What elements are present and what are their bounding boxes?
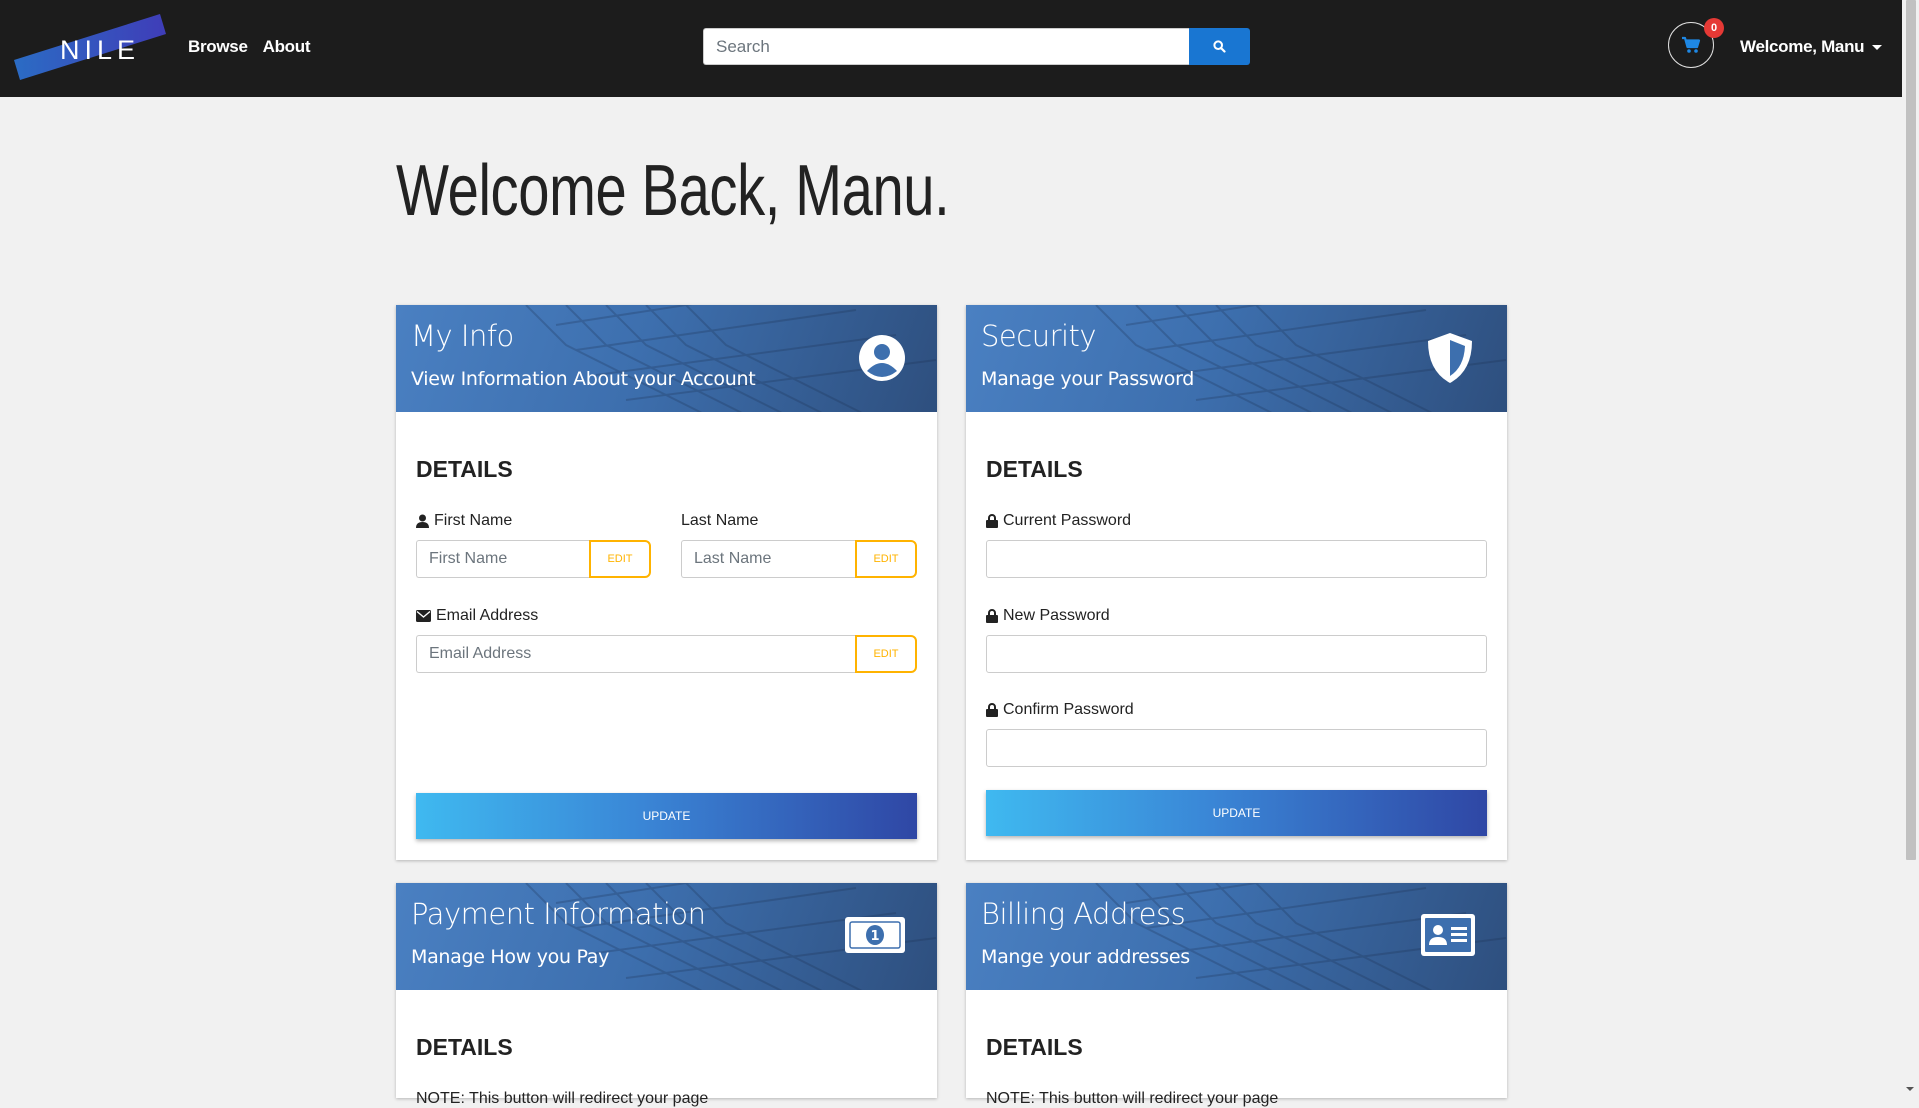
email-input[interactable] bbox=[416, 635, 855, 673]
current-password-input[interactable] bbox=[986, 540, 1487, 578]
envelope-icon bbox=[416, 610, 431, 622]
cart-count-badge: 0 bbox=[1704, 18, 1724, 38]
details-heading: DETAILS bbox=[986, 456, 1083, 482]
edit-last-name-button[interactable]: EDIT bbox=[855, 540, 917, 578]
card-title: My Info bbox=[411, 319, 514, 353]
card-subtitle: Mange your addresses bbox=[981, 946, 1190, 968]
card-body: DETAILS Current Password New Password Co… bbox=[966, 412, 1507, 860]
payment-card: Payment Information Manage How you Pay 1… bbox=[396, 883, 937, 1107]
first-name-group: EDIT bbox=[416, 540, 651, 578]
search-icon bbox=[1213, 40, 1226, 53]
email-group: EDIT bbox=[416, 635, 917, 673]
shopping-cart-icon bbox=[1682, 36, 1701, 53]
page-scrollbar[interactable] bbox=[1902, 0, 1919, 1098]
details-heading: DETAILS bbox=[986, 1034, 1083, 1060]
last-name-label-text: Last Name bbox=[681, 512, 759, 529]
page-title: Welcome Back, Manu. bbox=[396, 151, 950, 231]
redirect-note: NOTE: This button will redirect your pag… bbox=[416, 1090, 709, 1107]
current-password-label-text: Current Password bbox=[1003, 512, 1132, 529]
money-bill-icon: 1 bbox=[845, 917, 905, 953]
card-header: Security Manage your Password bbox=[966, 305, 1507, 412]
last-name-input[interactable] bbox=[681, 540, 855, 578]
my-info-card: My Info View Information About your Acco… bbox=[396, 305, 937, 860]
lock-icon bbox=[986, 514, 998, 528]
scrollbar-thumb[interactable] bbox=[1906, 0, 1916, 860]
first-name-label: First Name bbox=[416, 512, 512, 530]
card-header: Payment Information Manage How you Pay 1 bbox=[396, 883, 937, 990]
card-title: Billing Address bbox=[981, 897, 1186, 931]
nav-browse-link[interactable]: Browse bbox=[188, 37, 248, 57]
email-label: Email Address bbox=[416, 607, 538, 625]
billing-card: Billing Address Mange your addresses DET… bbox=[966, 883, 1507, 1107]
details-heading: DETAILS bbox=[416, 456, 513, 482]
nile-logo[interactable]: NILE bbox=[14, 14, 166, 80]
card-subtitle: View Information About your Account bbox=[411, 368, 756, 390]
shield-icon bbox=[1428, 333, 1472, 383]
top-navbar: NILE Browse About 0 Welcome, Manu bbox=[0, 0, 1902, 97]
user-menu-label: Welcome, Manu bbox=[1740, 37, 1865, 56]
last-name-group: EDIT bbox=[681, 540, 917, 578]
search-bar bbox=[703, 28, 1250, 65]
card-subtitle: Manage How you Pay bbox=[411, 946, 610, 968]
confirm-password-label: Confirm Password bbox=[986, 701, 1134, 719]
update-password-button[interactable]: UPDATE bbox=[986, 790, 1487, 836]
confirm-password-label-text: Confirm Password bbox=[1003, 701, 1134, 718]
confirm-password-input[interactable] bbox=[986, 729, 1487, 767]
card-title: Security bbox=[981, 319, 1097, 353]
scroll-down-arrow-icon[interactable] bbox=[1906, 1087, 1914, 1091]
svg-text:NILE: NILE bbox=[60, 35, 140, 65]
svg-text:1: 1 bbox=[870, 929, 879, 944]
redirect-note: NOTE: This button will redirect your pag… bbox=[986, 1090, 1279, 1107]
new-password-label: New Password bbox=[986, 607, 1110, 625]
card-header: Billing Address Mange your addresses bbox=[966, 883, 1507, 990]
address-card-icon bbox=[1421, 914, 1475, 956]
card-body: DETAILS NOTE: This button will redirect … bbox=[966, 990, 1507, 1107]
card-body: DETAILS First Name EDIT Last Name EDIT E… bbox=[396, 412, 937, 860]
user-circle-icon bbox=[859, 335, 905, 381]
edit-first-name-button[interactable]: EDIT bbox=[589, 540, 651, 578]
update-info-button[interactable]: UPDATE bbox=[416, 793, 917, 839]
new-password-label-text: New Password bbox=[1003, 607, 1110, 624]
chevron-down-icon bbox=[1872, 44, 1883, 50]
lock-icon bbox=[986, 703, 998, 717]
new-password-input[interactable] bbox=[986, 635, 1487, 673]
card-header: My Info View Information About your Acco… bbox=[396, 305, 937, 412]
lock-icon bbox=[986, 609, 998, 623]
card-subtitle: Manage your Password bbox=[981, 368, 1195, 390]
nav-links: Browse About bbox=[188, 37, 311, 57]
security-card: Security Manage your Password DETAILS Cu… bbox=[966, 305, 1507, 860]
first-name-label-text: First Name bbox=[434, 512, 513, 529]
card-title: Payment Information bbox=[411, 897, 706, 931]
nav-about-link[interactable]: About bbox=[263, 37, 311, 57]
card-body: DETAILS NOTE: This button will redirect … bbox=[396, 990, 937, 1107]
user-menu-dropdown[interactable]: Welcome, Manu bbox=[1740, 37, 1883, 57]
last-name-label: Last Name bbox=[681, 512, 758, 530]
user-icon bbox=[416, 514, 429, 528]
details-heading: DETAILS bbox=[416, 1034, 513, 1060]
first-name-input[interactable] bbox=[416, 540, 589, 578]
edit-email-button[interactable]: EDIT bbox=[855, 635, 917, 673]
search-input[interactable] bbox=[703, 28, 1189, 65]
current-password-label: Current Password bbox=[986, 512, 1131, 530]
email-label-text: Email Address bbox=[436, 607, 539, 624]
search-button[interactable] bbox=[1189, 28, 1250, 65]
